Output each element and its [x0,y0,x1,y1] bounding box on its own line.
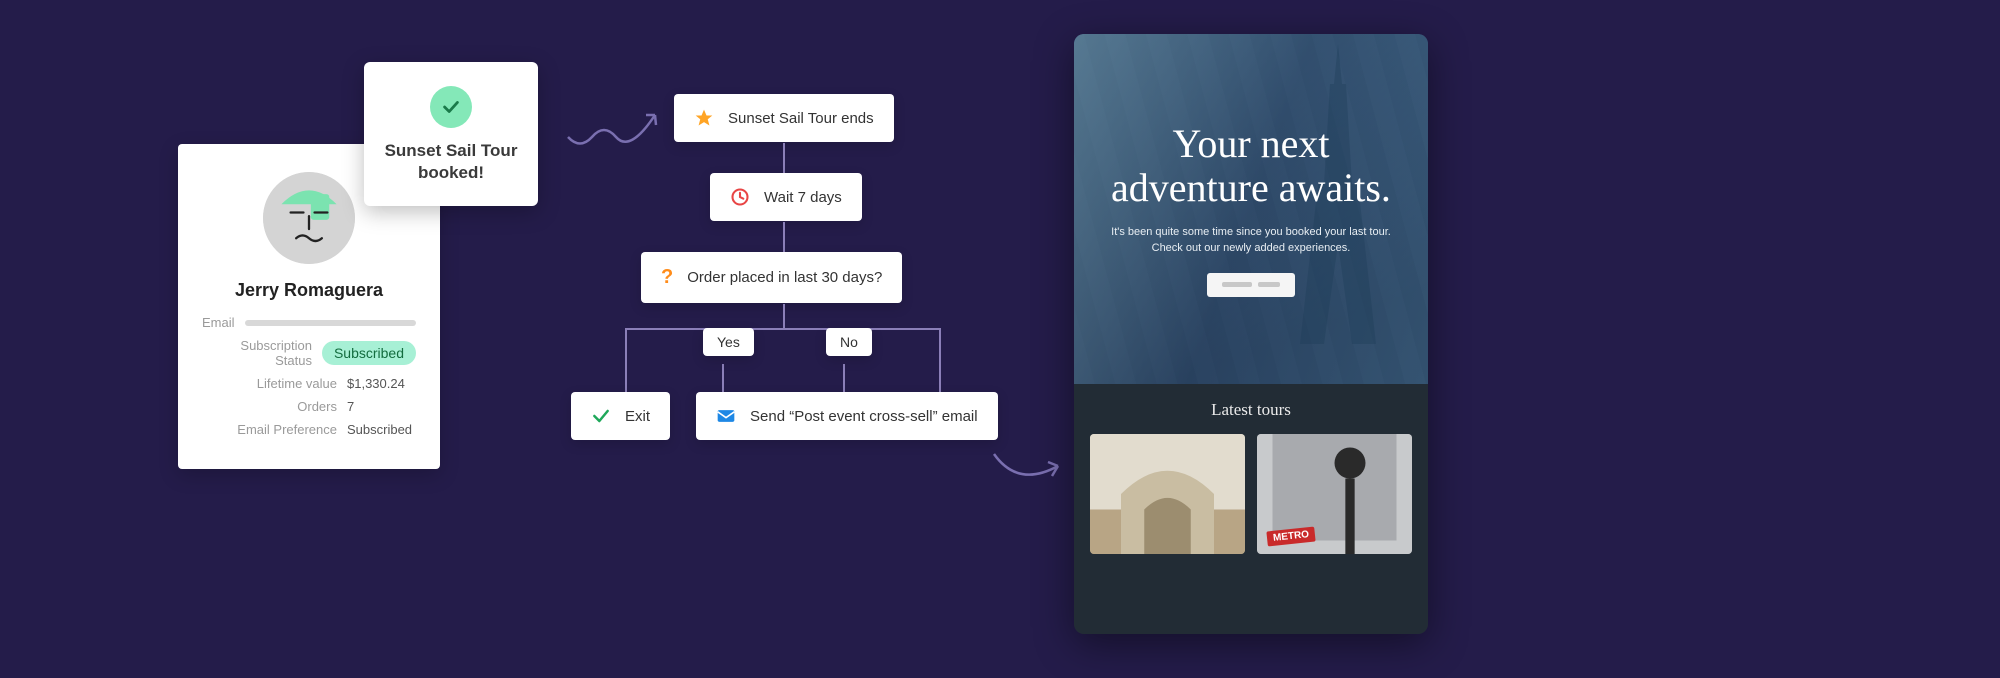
flow-condition-node[interactable]: ? Order placed in last 30 days? [641,252,902,303]
check-circle-icon [430,86,472,128]
flow-send-email-label: Send “Post event cross-sell” email [750,408,978,425]
yes-label: Yes [717,334,740,350]
email-cta-button[interactable] [1207,273,1295,297]
tour-image-arc[interactable] [1090,434,1245,554]
avatar [263,172,355,264]
profile-row-lifetime: Lifetime value $1,330.24 [202,376,416,391]
booking-toast: Sunset Sail Tour booked! [364,62,538,206]
email-label: Email [202,315,235,330]
toast-text: Sunset Sail Tour booked! [382,140,520,184]
email-placeholder-bar [245,320,416,326]
emailpref-label: Email Preference [202,422,337,437]
lifetime-label: Lifetime value [202,376,337,391]
connector [722,364,724,392]
connector [783,143,785,173]
flow-wait-label: Wait 7 days [764,189,842,206]
flow-trigger-node[interactable]: Sunset Sail Tour ends [674,94,894,142]
flow-trigger-label: Sunset Sail Tour ends [728,110,874,127]
mail-icon [716,406,736,426]
tour-image-metro[interactable]: METRO [1257,434,1412,554]
flow-branch-yes[interactable]: Yes [703,328,754,356]
flow-branch-no[interactable]: No [826,328,872,356]
arrow-icon [560,95,670,155]
emailpref-value: Subscribed [347,422,416,437]
flow-send-email-node[interactable]: Send “Post event cross-sell” email [696,392,998,440]
connector [625,328,627,392]
profile-name: Jerry Romaguera [202,280,416,301]
orders-value: 7 [347,399,416,414]
connector [843,364,845,392]
profile-row-emailpref: Email Preference Subscribed [202,422,416,437]
profile-row-orders: Orders 7 [202,399,416,414]
connector [783,222,785,252]
question-icon: ? [661,266,673,289]
clock-icon [730,187,750,207]
profile-row-subscription: Subscription Status Subscribed [202,338,416,368]
email-hero-sub: It's been quite some time since you book… [1111,224,1391,257]
email-hero-title: Your next adventure awaits. [1094,122,1408,210]
check-icon [591,406,611,426]
subscription-value: Subscribed [322,341,416,365]
connector [939,328,941,392]
flow-exit-label: Exit [625,408,650,425]
orders-label: Orders [202,399,337,414]
profile-row-email: Email [202,315,416,330]
email-preview: Your next adventure awaits. It's been qu… [1074,34,1428,634]
no-label: No [840,334,858,350]
tour-grid: METRO [1090,434,1412,554]
flow-wait-node[interactable]: Wait 7 days [710,173,862,221]
lifetime-value: $1,330.24 [347,376,416,391]
arrow-icon [988,440,1068,490]
connector [625,328,941,330]
email-hero: Your next adventure awaits. It's been qu… [1074,34,1428,384]
tours-heading: Latest tours [1090,400,1412,420]
flow-exit-node[interactable]: Exit [571,392,670,440]
status-badge: Subscribed [322,341,416,365]
connector [783,304,785,328]
star-icon [694,108,714,128]
email-tours-section: Latest tours METRO [1074,384,1428,634]
subscription-label: Subscription Status [202,338,312,368]
flow-condition-label: Order placed in last 30 days? [687,269,882,286]
